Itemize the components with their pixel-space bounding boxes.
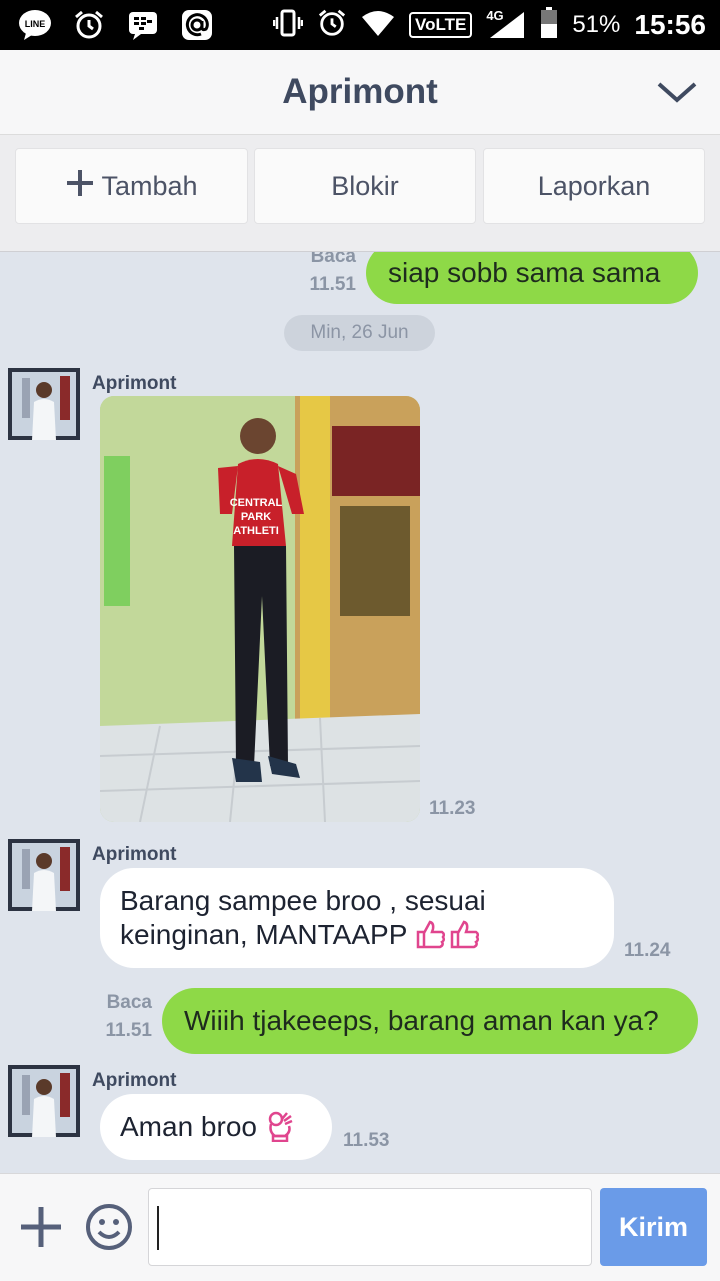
message-time: 11.51 bbox=[309, 274, 357, 295]
sender-name: Aprimont bbox=[92, 844, 177, 865]
report-label: Laporkan bbox=[537, 170, 651, 201]
emoji-icon[interactable] bbox=[84, 1202, 134, 1252]
message-text: Wiiih tjakeeeps, barang aman kan ya? bbox=[184, 1005, 659, 1036]
read-status: Baca bbox=[106, 992, 152, 1013]
blackberry-icon bbox=[126, 8, 160, 42]
network-type: 4G bbox=[486, 8, 504, 23]
status-bar: LINE VoLTE 4G 51% 15:56 bbox=[0, 0, 720, 50]
chevron-down-icon[interactable] bbox=[656, 74, 698, 110]
avatar[interactable] bbox=[8, 1065, 80, 1137]
incoming-message[interactable]: Aman broo bbox=[100, 1094, 332, 1160]
battery-percent: 51% bbox=[572, 11, 621, 38]
at-sign-icon bbox=[180, 8, 214, 42]
outgoing-message[interactable]: Wiiih tjakeeeps, barang aman kan ya? bbox=[162, 988, 698, 1054]
wifi-icon bbox=[361, 9, 395, 42]
clock: 15:56 bbox=[634, 9, 706, 40]
message-meta: Baca 11.51 bbox=[300, 252, 357, 298]
avatar[interactable] bbox=[8, 839, 80, 911]
svg-text:LINE: LINE bbox=[25, 19, 46, 29]
photo-message[interactable]: CENTRAL PARK ATHLETI bbox=[100, 396, 420, 822]
chat-title[interactable]: Aprimont bbox=[0, 72, 720, 112]
message-input[interactable] bbox=[148, 1188, 592, 1266]
sender-name: Aprimont bbox=[92, 1070, 177, 1091]
date-divider: Min, 26 Jun bbox=[284, 315, 435, 351]
outgoing-message[interactable]: siap sobb sama sama bbox=[366, 252, 698, 304]
volte-icon: VoLTE bbox=[409, 12, 473, 38]
message-meta: Baca 11.51 bbox=[96, 990, 153, 1044]
add-friend-label: Tambah bbox=[101, 170, 198, 201]
message-text: Aman broo bbox=[120, 1111, 257, 1142]
block-label: Blokir bbox=[331, 170, 399, 201]
contact-actions-bar: Tambah Blokir Laporkan bbox=[0, 135, 720, 252]
svg-text:CENTRAL: CENTRAL bbox=[230, 497, 283, 509]
svg-text:PARK: PARK bbox=[241, 511, 271, 523]
message-time: 11.51 bbox=[105, 1020, 153, 1041]
alarm-icon bbox=[72, 8, 106, 42]
message-time: 11.24 bbox=[624, 940, 671, 961]
message-time: 11.23 bbox=[429, 798, 476, 819]
report-button[interactable]: Laporkan bbox=[483, 148, 705, 224]
message-time: 11.53 bbox=[343, 1130, 390, 1151]
message-text: siap sobb sama sama bbox=[388, 257, 661, 288]
battery-icon bbox=[540, 6, 558, 44]
text-cursor bbox=[157, 1206, 159, 1250]
block-button[interactable]: Blokir bbox=[254, 148, 476, 224]
chat-area[interactable]: Baca 11.51 siap sobb sama sama Min, 26 J… bbox=[0, 252, 720, 1172]
chat-header: Aprimont bbox=[0, 50, 720, 135]
alarm-icon bbox=[317, 8, 347, 43]
message-input-bar: Kirim bbox=[0, 1173, 720, 1281]
read-status: Baca bbox=[310, 252, 356, 267]
plus-icon bbox=[65, 168, 95, 200]
sender-name: Aprimont bbox=[92, 373, 177, 394]
vibrate-icon bbox=[272, 8, 304, 43]
thumbs-up-emoji-icon bbox=[415, 919, 483, 950]
line-app-icon: LINE bbox=[18, 8, 52, 42]
incoming-message[interactable]: Barang sampee broo , sesuai keinginan, M… bbox=[100, 868, 614, 968]
add-friend-button[interactable]: Tambah bbox=[15, 148, 248, 224]
send-button[interactable]: Kirim bbox=[600, 1188, 707, 1266]
plus-icon[interactable] bbox=[18, 1204, 64, 1250]
signal-icon: 4G bbox=[486, 8, 526, 40]
svg-text:ATHLETI: ATHLETI bbox=[233, 525, 279, 537]
avatar[interactable] bbox=[8, 368, 80, 440]
ok-hand-emoji-icon bbox=[265, 1111, 295, 1143]
